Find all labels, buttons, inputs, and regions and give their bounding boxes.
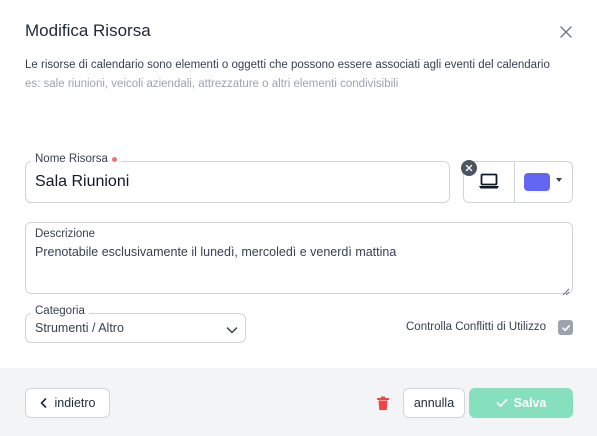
cancel-button-label: annulla — [413, 396, 455, 410]
chevron-down-icon[interactable] — [226, 322, 238, 334]
color-swatch[interactable] — [524, 173, 550, 191]
check-icon — [496, 399, 508, 407]
remove-icon-button[interactable] — [461, 160, 477, 176]
resize-grip-icon[interactable] — [562, 283, 570, 296]
close-icon[interactable] — [558, 24, 574, 40]
required-indicator — [111, 156, 117, 162]
back-button-label: indietro — [54, 396, 96, 410]
category-value[interactable]: Strumenti / Altro — [35, 321, 124, 335]
conflict-check-label: Controlla Conflitti di Utilizzo — [406, 321, 546, 333]
resource-name-label: Nome Risorsa — [31, 153, 121, 165]
save-button-label: Salva — [513, 396, 547, 410]
resource-name-value[interactable]: Sala Riunioni — [35, 173, 129, 191]
category-label: Categoria — [31, 305, 89, 317]
picker-divider — [514, 162, 515, 202]
laptop-icon[interactable] — [478, 172, 500, 190]
dialog-description: Le risorse di calendario sono elementi o… — [25, 59, 550, 71]
cancel-button[interactable]: annulla — [403, 388, 465, 418]
chevron-left-icon — [40, 398, 46, 408]
description-value[interactable]: Prenotabile esclusivamente il lunedì, me… — [35, 245, 396, 259]
trash-icon[interactable] — [376, 396, 390, 411]
save-button[interactable]: Salva — [469, 388, 573, 418]
edit-resource-dialog: Modifica Risorsa Le risorse di calendari… — [0, 0, 597, 436]
dialog-title: Modifica Risorsa — [25, 21, 151, 40]
description-label: Descrizione — [35, 228, 96, 240]
resource-name-label-text: Nome Risorsa — [35, 153, 108, 165]
back-button[interactable]: indietro — [25, 388, 110, 418]
caret-down-icon[interactable] — [556, 178, 562, 182]
conflict-checkbox[interactable] — [558, 320, 573, 335]
dialog-examples: es: sale riunioni, veicoli aziendali, at… — [25, 78, 399, 90]
